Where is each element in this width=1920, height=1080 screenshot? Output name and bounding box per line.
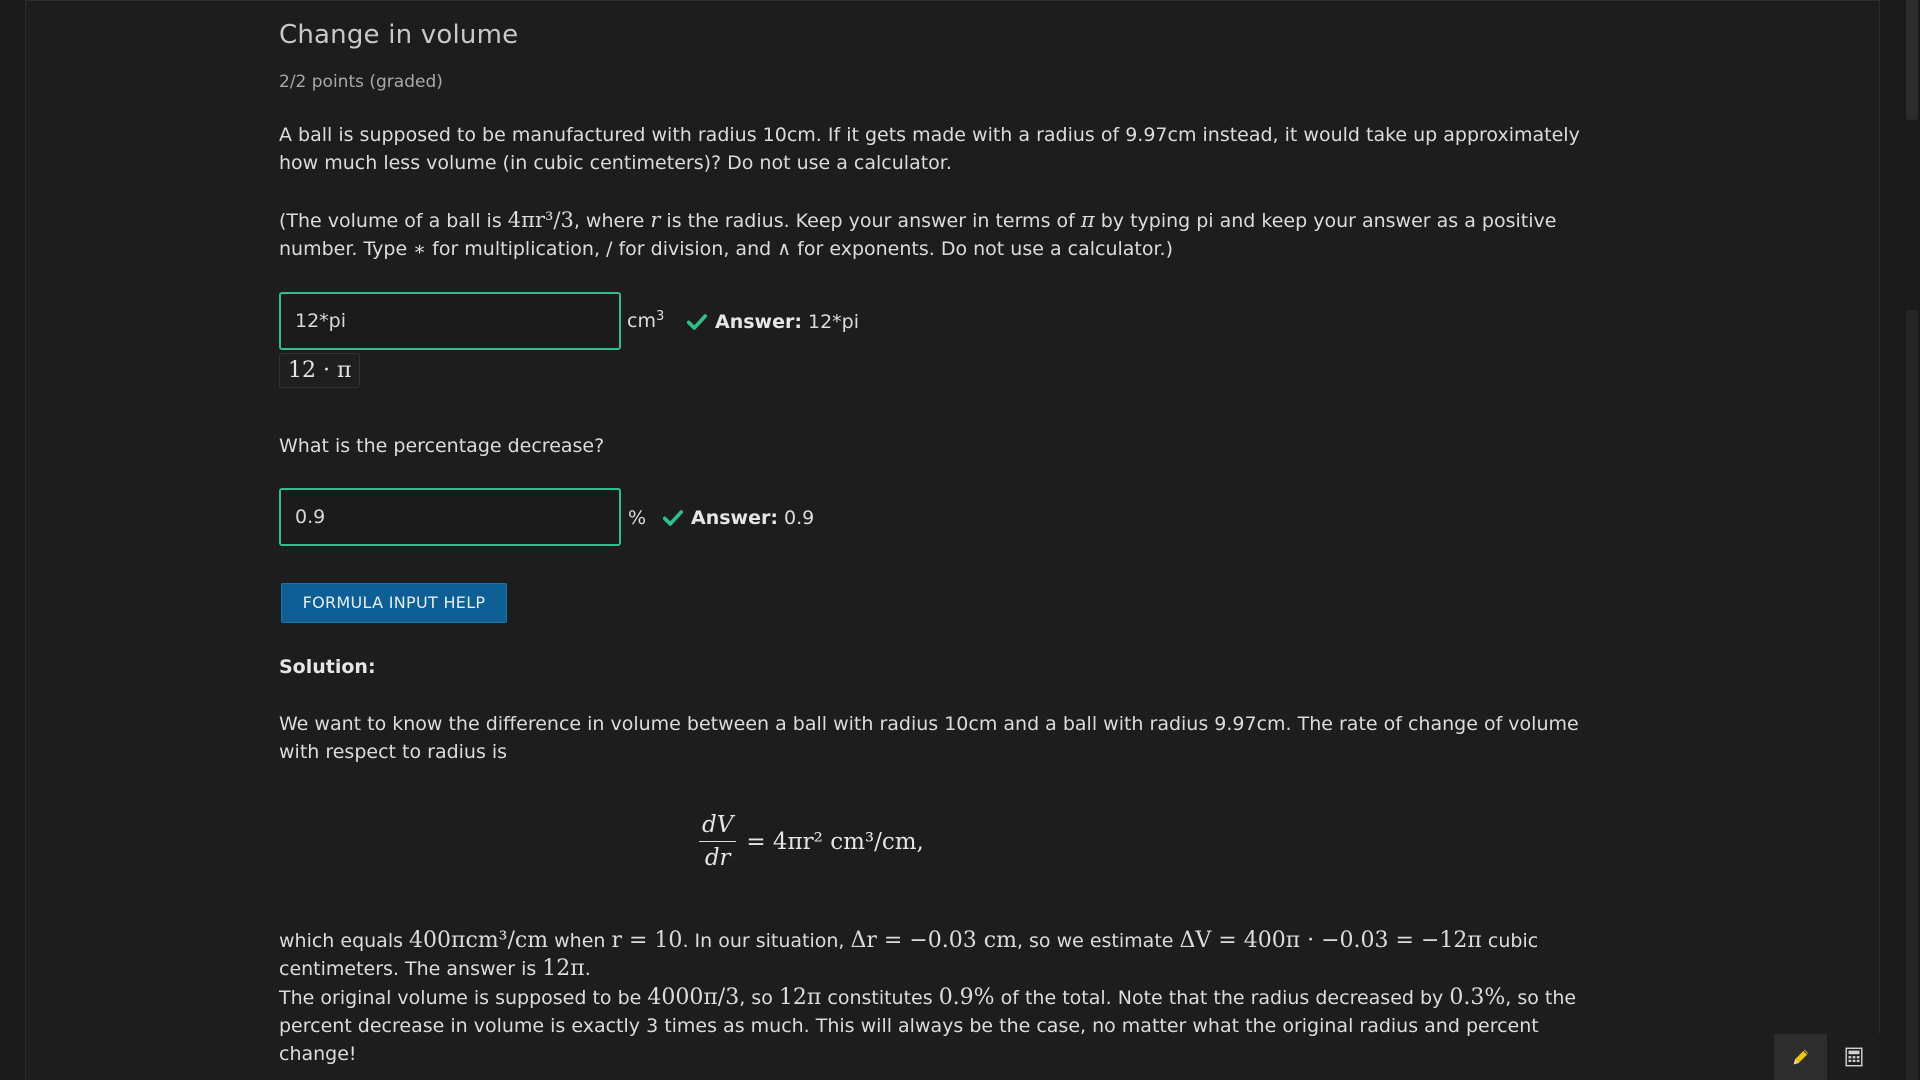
points-status: 2/2 points (graded): [279, 72, 443, 92]
problem-title: Change in volume: [279, 20, 519, 50]
calculator-icon: [1844, 1047, 1863, 1067]
sol-text: which equals: [279, 930, 410, 952]
answer-value: 0.9: [784, 507, 815, 529]
note-text: for multiplication, / for division, and: [426, 238, 778, 260]
unit-sup: 3: [655, 308, 665, 324]
percentage-answer-input[interactable]: [281, 490, 619, 544]
page-background: Change in volume 2/2 points (graded) A b…: [0, 0, 1920, 1080]
solution-paragraph-2: which equals 400πcm³/cm when r = 10. In …: [279, 927, 1609, 983]
sol-math: 400πcm³/cm: [409, 928, 549, 953]
sol-text: constitutes: [821, 987, 939, 1009]
note-star: ∗: [413, 238, 427, 260]
sol-text: The original volume is supposed to be: [279, 987, 648, 1009]
correct-check-icon: [686, 314, 708, 330]
percentage-answer-field[interactable]: [279, 488, 621, 546]
percentage-question: What is the percentage decrease?: [279, 435, 605, 457]
fraction-denominator: dr: [704, 845, 731, 871]
note-text: for exponents. Do not use a calculator.): [791, 238, 1174, 260]
calculator-tool-button[interactable]: [1827, 1034, 1880, 1080]
solution-paragraph-3: The original volume is supposed to be 40…: [279, 984, 1609, 1068]
unit-text: cm: [627, 310, 656, 332]
sol-text: , so: [739, 987, 779, 1009]
solution-heading: Solution:: [279, 656, 376, 678]
sol-math: 12π: [778, 985, 822, 1010]
sol-math: ΔV = 400π · −0.03 = −12π: [1179, 928, 1482, 953]
note-var: r: [650, 208, 661, 232]
answer-value: 12*pi: [808, 311, 860, 333]
sol-math: 4000π/3: [647, 985, 740, 1010]
sol-math: 12π: [542, 956, 585, 981]
note-text: is the radius. Keep your answer in terms…: [660, 210, 1081, 232]
sol-math: r = 10: [611, 928, 683, 953]
percentage-answer-feedback: Answer: 0.9: [691, 507, 814, 529]
volume-unit: cm3: [627, 310, 664, 332]
solution-paragraph-1: We want to know the difference in volume…: [279, 713, 1579, 763]
note-caret: ∧: [777, 238, 792, 260]
percent-unit: %: [628, 507, 647, 529]
scrollbar-thumb[interactable]: [1906, 0, 1918, 120]
sol-math: 0.9%: [938, 985, 995, 1010]
pencil-icon: [1793, 1049, 1808, 1065]
note-pi: π: [1080, 208, 1095, 232]
volume-answer-field[interactable]: [279, 292, 621, 350]
note-formula: 4πr³/3: [507, 208, 574, 232]
problem-note: (The volume of a ball is 4πr³/3, where r…: [279, 206, 1609, 263]
problem-intro: A ball is supposed to be manufactured wi…: [279, 124, 1580, 174]
correct-check-icon: [662, 510, 684, 526]
sol-text: of the total. Note that the radius decre…: [994, 987, 1450, 1009]
scrollbar-region: [1906, 310, 1918, 1080]
sol-text: .: [584, 958, 591, 980]
answer-label: Answer:: [691, 507, 778, 529]
answer-label: Answer:: [715, 311, 802, 333]
formula-input-help-button[interactable]: FORMULA INPUT HELP: [281, 583, 507, 623]
equation-rhs: = 4πr² cm³/cm,: [746, 828, 924, 855]
tool-toolbar: [1774, 1034, 1880, 1080]
sol-math: Δr = −0.03 cm: [850, 928, 1017, 953]
derivative-fraction: dV dr: [699, 812, 737, 871]
sol-text: . In our situation,: [682, 930, 851, 952]
volume-answer-input[interactable]: [281, 294, 619, 348]
sol-text: when: [548, 930, 612, 952]
sol-math: 0.3%: [1449, 985, 1506, 1010]
pencil-tool-button[interactable]: [1774, 1034, 1827, 1080]
volume-answer-feedback: Answer: 12*pi: [715, 311, 859, 333]
note-text: (The volume of a ball is: [279, 210, 508, 232]
sol-text: , so we estimate: [1016, 930, 1180, 952]
fraction-numerator: dV: [699, 812, 737, 842]
math-preview: 12 · π: [279, 353, 361, 388]
solution-display-equation: dV dr = 4πr² cm³/cm,: [699, 812, 924, 871]
note-text: , where: [573, 210, 651, 232]
